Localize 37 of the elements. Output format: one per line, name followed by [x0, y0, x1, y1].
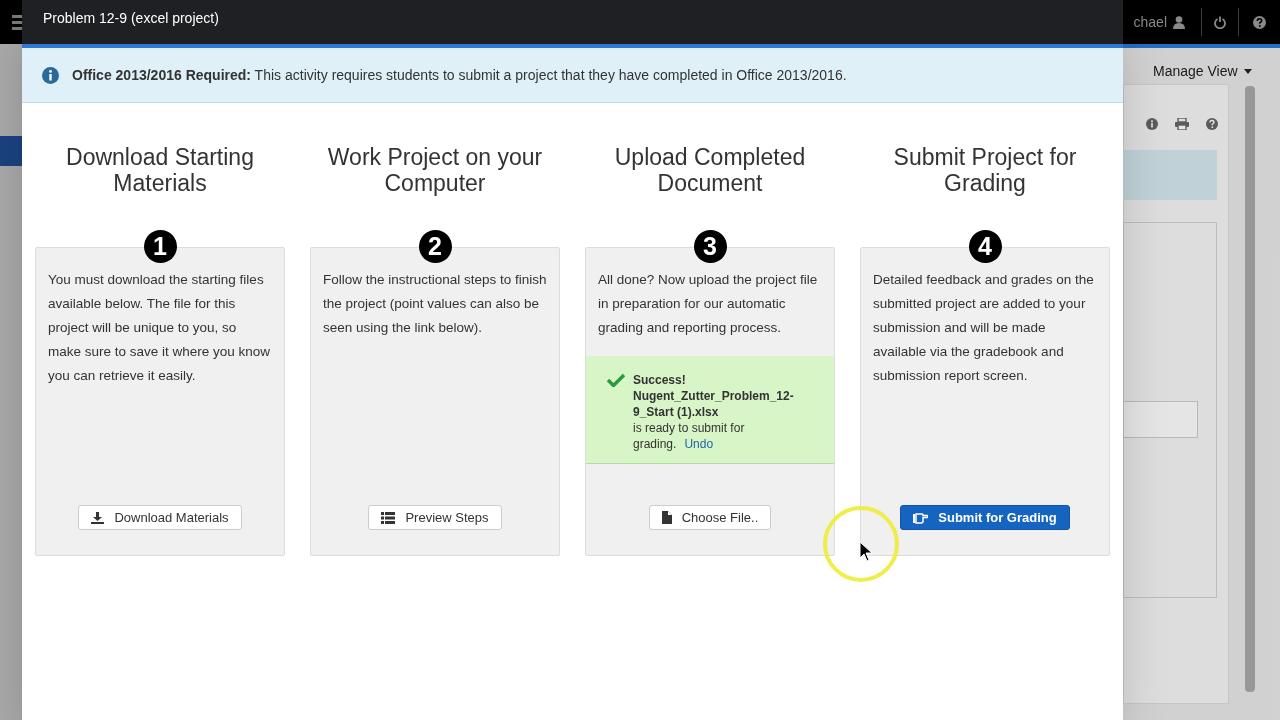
print-icon[interactable]	[1175, 118, 1189, 130]
checkmark-icon	[607, 373, 625, 387]
menu-icon[interactable]	[12, 14, 22, 30]
user-icon	[1173, 15, 1185, 29]
help-icon[interactable]	[1253, 15, 1266, 29]
step-title: Upload Completed Document	[613, 144, 807, 198]
step-title: Submit Project for Grading	[892, 144, 1078, 198]
step-title: Download Starting Materials	[65, 144, 255, 198]
modal-title: Problem 12-9 (excel project)	[43, 9, 219, 28]
action-button[interactable]: Preview Steps	[368, 505, 502, 530]
list-icon	[381, 511, 396, 524]
file-icon	[661, 511, 672, 524]
submit-button[interactable]: Submit for Grading	[900, 505, 1070, 530]
action-button[interactable]: Download Materials	[78, 505, 242, 530]
pointing-hand-icon	[913, 511, 929, 524]
user-name[interactable]: chael	[1133, 11, 1167, 33]
status-message: is ready to submit for grading. Undo	[633, 420, 746, 452]
cursor-highlight-icon	[822, 505, 900, 583]
power-icon[interactable]	[1214, 15, 1226, 29]
help-icon[interactable]	[1206, 118, 1218, 130]
step-description: All done? Now upload the project file in preparation for our automatic grading and reporting process.	[597, 271, 819, 337]
undo-link[interactable]: Undo	[684, 437, 714, 451]
scrollbar[interactable]	[1245, 86, 1255, 692]
caret-icon	[1243, 69, 1252, 74]
info-icon[interactable]	[1146, 118, 1158, 130]
nav-bar	[0, 136, 22, 166]
step-description: You must download the starting files available below. The file for this project will be unique to you, so make sure to save it where you know you can retrieve it easily.	[47, 271, 272, 385]
input-field[interactable]	[1123, 401, 1198, 438]
alert-message: Office 2013/2016 Required: This activity requires students to submit a project that they have completed in Office 2013/2016.	[72, 65, 847, 85]
step-description: Follow the instructional steps to finish the project (point values can also be seen using the link below).	[322, 271, 548, 337]
action-button[interactable]: Choose File..	[648, 505, 772, 530]
success-heading: Success!	[633, 372, 687, 388]
download-icon	[91, 511, 105, 524]
manage-view-menu[interactable]: Manage View	[1153, 61, 1238, 82]
step-title: Work Project on your Computer	[326, 144, 544, 198]
info-icon	[42, 66, 59, 84]
step-description: Detailed feedback and grades on the submitted project are added to your submission and will be made available via the gradebook and submission report screen.	[872, 271, 1095, 385]
